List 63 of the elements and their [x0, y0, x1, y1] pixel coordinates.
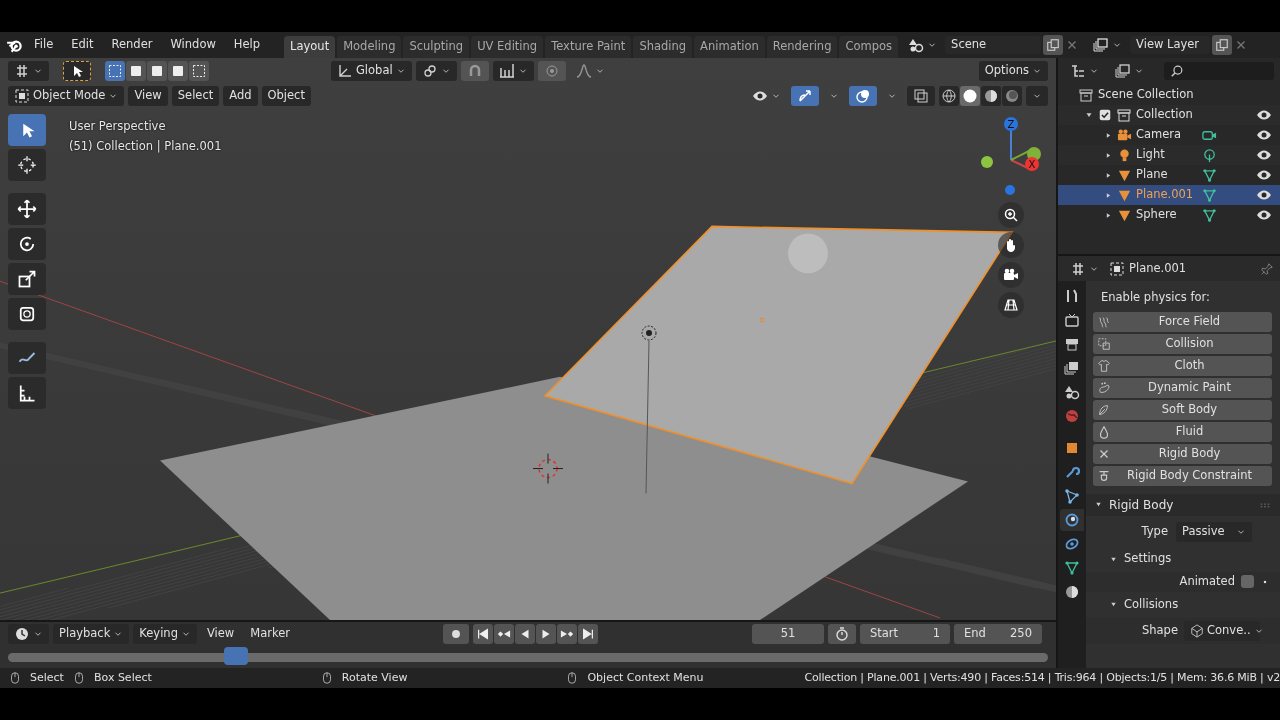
tree-item-label[interactable]: Camera [1136, 128, 1198, 142]
workspace-tab[interactable]: Compos [839, 36, 899, 58]
menu-item[interactable]: Window [162, 36, 224, 54]
field-label: Animated [1179, 575, 1235, 589]
physics-button[interactable]: Soft Body [1093, 399, 1272, 420]
tree-item-label[interactable]: Plane [1136, 168, 1198, 182]
physics-button[interactable]: Dynamic Paint [1093, 377, 1272, 398]
menu-item[interactable]: View [200, 624, 241, 644]
scene-statistics: Collection | Plane.001 | Verts:490 | Faces:514 | Tris:964 | Objects:1/5 | Mem: 36.6 MiB | v2 [804, 671, 1280, 685]
field-label: Shape [1142, 623, 1178, 638]
workspace-tab[interactable]: Animation [694, 36, 765, 58]
workspace-tab[interactable]: UV Editing [471, 36, 544, 58]
physics-button[interactable]: Rigid Body [1093, 443, 1272, 464]
status-hint: Select [30, 671, 64, 685]
physics-button[interactable]: Collision [1093, 333, 1272, 354]
name-field[interactable]: View Layer [1130, 36, 1211, 54]
workspace-tab[interactable]: Layout [284, 36, 336, 58]
workspace-tab[interactable]: Rendering [766, 36, 838, 58]
current-frame-field[interactable]: 51 [752, 624, 824, 644]
status-hint: Box Select [93, 671, 152, 685]
end-frame-field[interactable]: End 250 [954, 624, 1042, 644]
menu-item[interactable]: View [128, 85, 168, 106]
subpanel-header[interactable]: Settings [1093, 548, 1272, 570]
menu-item[interactable]: Keying [133, 624, 197, 644]
outliner-row[interactable]: Plane.001 [1058, 185, 1280, 205]
start-frame-field[interactable]: Start 1 [860, 624, 950, 644]
menu-item[interactable]: Render [103, 36, 161, 54]
tree-item-label[interactable]: Plane.001 [1136, 188, 1198, 202]
workspace-tab[interactable]: Shading [633, 36, 693, 58]
name-field[interactable]: Scene [945, 36, 1042, 54]
tree-item-label[interactable]: Sphere [1136, 208, 1198, 222]
tree-item-label[interactable]: Collection [1136, 108, 1252, 122]
subpanel-header[interactable]: Collisions [1093, 593, 1272, 616]
outliner-row[interactable]: Sphere [1058, 205, 1280, 225]
navigation-gizmo[interactable]: Z X [971, 114, 1051, 198]
workspace-tab[interactable]: Sculpting [403, 36, 470, 58]
type-dropdown[interactable]: Passive [1176, 522, 1252, 543]
menu-item[interactable]: Playback [53, 624, 130, 644]
physics-button[interactable]: Fluid [1093, 421, 1272, 442]
tree-item-label[interactable]: Light [1136, 148, 1198, 162]
menu-item[interactable]: Add [223, 85, 258, 106]
object-name-label: Plane.001 [1129, 261, 1188, 276]
menu-item[interactable]: Edit [63, 36, 102, 54]
viewport-info-text: User Perspective [69, 120, 166, 134]
menu-item[interactable]: Marker [244, 624, 296, 644]
menu-item[interactable]: Help [225, 36, 269, 54]
menu-item[interactable]: File [26, 36, 62, 54]
physics-button[interactable]: Rigid Body Constraint [1093, 465, 1272, 486]
physics-button[interactable]: Force Field [1093, 311, 1272, 332]
physics-button[interactable]: Cloth [1093, 355, 1272, 376]
viewport-info-text: (51) Collection | Plane.001 [69, 139, 222, 154]
outliner-row[interactable]: Plane [1058, 165, 1280, 185]
workspace-tab[interactable]: Modeling [337, 36, 402, 58]
shape-dropdown[interactable]: Conve.. [1184, 620, 1260, 641]
panel-header[interactable]: Rigid Body [1086, 493, 1280, 517]
outliner-row[interactable]: Camera [1058, 125, 1280, 145]
status-hint: Object Context Menu [587, 671, 704, 685]
status-hint: Rotate View [341, 671, 408, 685]
mode-dropdown[interactable]: Object Mode [8, 85, 125, 106]
field-label: Type [1141, 525, 1168, 540]
workspace-tab[interactable]: Texture Paint [545, 36, 632, 58]
section-label: Enable physics for: [1100, 289, 1211, 306]
tree-item-label[interactable]: Scene Collection [1098, 88, 1194, 102]
